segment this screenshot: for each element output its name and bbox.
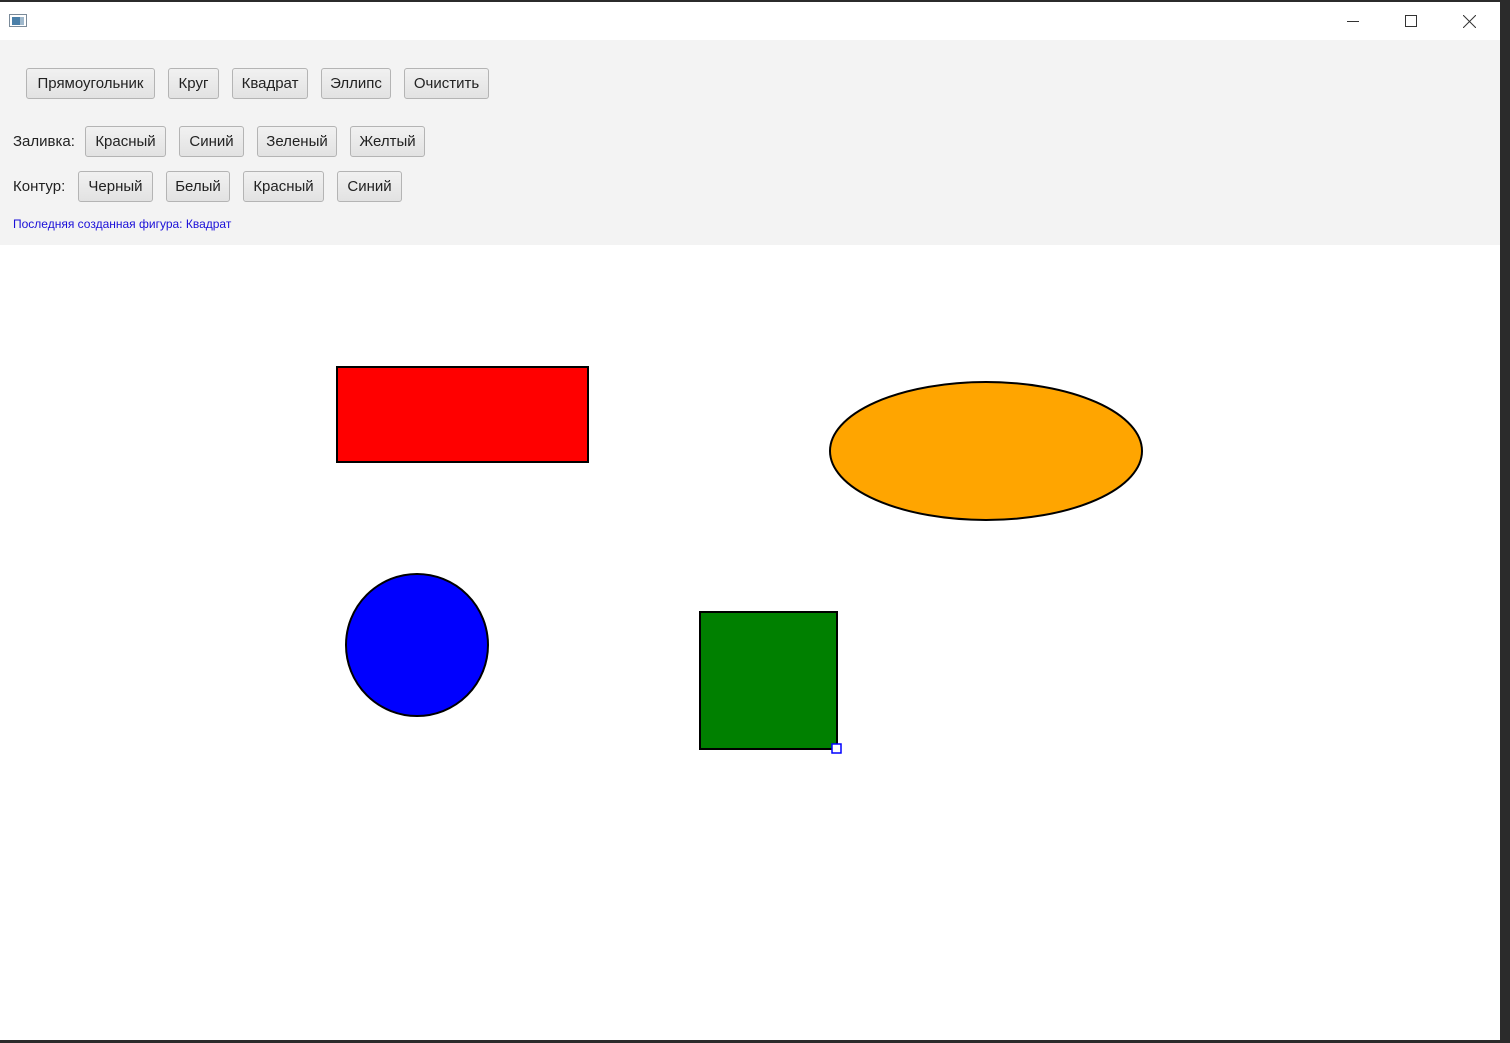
ellipse-button[interactable]: Эллипс [321, 68, 391, 99]
fill-yellow-button[interactable]: Желтый [350, 126, 425, 157]
stroke-black-button[interactable]: Черный [78, 171, 153, 202]
stroke-blue-button[interactable]: Синий [337, 171, 402, 202]
shape-buttons-row: Прямоугольник Круг Квадрат Эллипс Очисти… [26, 68, 489, 99]
rectangle-button[interactable]: Прямоугольник [26, 68, 155, 99]
fill-row: Заливка: Красный Синий Зеленый Желтый [13, 126, 425, 157]
fill-red-button[interactable]: Красный [85, 126, 166, 157]
square-button[interactable]: Квадрат [232, 68, 308, 99]
shape-square[interactable] [699, 611, 838, 750]
stroke-row: Контур: Черный Белый Красный Синий [13, 171, 402, 202]
resize-handle[interactable] [831, 743, 842, 754]
shape-ellipse[interactable] [829, 381, 1143, 521]
stroke-white-button[interactable]: Белый [166, 171, 230, 202]
maximize-button[interactable] [1382, 2, 1440, 40]
clear-button[interactable]: Очистить [404, 68, 489, 99]
close-button[interactable] [1440, 2, 1498, 40]
minimize-button[interactable] [1324, 2, 1382, 40]
app-window: Прямоугольник Круг Квадрат Эллипс Очисти… [0, 2, 1500, 1040]
maximize-icon [1405, 15, 1417, 27]
fill-blue-button[interactable]: Синий [179, 126, 244, 157]
stroke-red-button[interactable]: Красный [243, 171, 324, 202]
close-icon [1462, 14, 1476, 28]
toolbar-panel: Прямоугольник Круг Квадрат Эллипс Очисти… [0, 40, 1500, 245]
drawing-canvas[interactable] [0, 245, 1500, 1040]
shape-circle[interactable] [345, 573, 489, 717]
circle-button[interactable]: Круг [168, 68, 219, 99]
last-shape-status: Последняя созданная фигура: Квадрат [13, 217, 232, 231]
fill-green-button[interactable]: Зеленый [257, 126, 337, 157]
background-window-edge [1500, 0, 1510, 1043]
minimize-icon [1347, 21, 1359, 22]
shape-rectangle[interactable] [336, 366, 589, 463]
app-icon [9, 14, 27, 27]
title-bar [0, 2, 1500, 40]
stroke-label: Контур: [13, 178, 66, 195]
fill-label: Заливка: [13, 133, 75, 150]
